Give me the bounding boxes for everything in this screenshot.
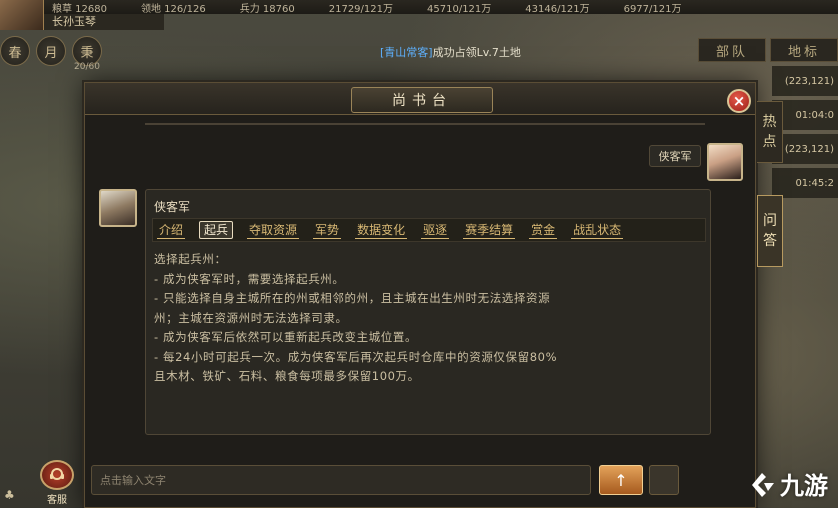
tab-hot-topics[interactable]: 热 点 <box>757 101 783 163</box>
tab-troops[interactable]: 部队 <box>698 38 766 62</box>
customer-service-icon <box>40 460 74 490</box>
resource-stat: 21729/121万 <box>328 3 394 15</box>
topic-tab-season-settlement[interactable]: 赛季结算 <box>463 222 516 239</box>
topic-tab-war-status[interactable]: 战乱状态 <box>571 222 624 239</box>
tab-qa-char: 问 <box>763 213 777 229</box>
topic-tab-momentum[interactable]: 军势 <box>313 222 342 239</box>
answer-line: 且木材、铁矿、石料、粮食每项最多保留100万。 <box>154 369 420 383</box>
notice-player[interactable]: [青山常客] <box>380 46 433 59</box>
customer-service-button[interactable]: 客服 <box>36 460 78 506</box>
tab-hot-char: 热 <box>762 114 777 130</box>
close-button[interactable]: × <box>727 89 751 113</box>
resource-bar: 粮草 12680 领地 126/126 兵力 18760 21729/121万 … <box>0 0 838 14</box>
resource-stat: 兵力 18760 <box>239 3 295 15</box>
notice-message: 成功占领Lv.7土地 <box>432 46 521 59</box>
tab-qa-char: 答 <box>763 233 777 249</box>
season-badge[interactable]: 春 <box>0 36 30 66</box>
player-name: 长孙玉琴 <box>44 14 164 30</box>
topic-tabs: 介绍 起兵 夺取资源 军势 数据变化 驱逐 赛季结算 赏金 战乱状态 <box>152 218 706 242</box>
answer-line: - 只能选择自身主城所在的州或相邻的州，且主城在出生州时无法选择资源 <box>154 291 551 305</box>
dialog-header: 尚书台 × <box>85 83 755 115</box>
send-button[interactable]: ↑ <box>599 465 643 495</box>
resource-stat: 粮草 12680 <box>52 3 107 15</box>
resource-stat: 43146/121万 <box>525 3 590 15</box>
right-tabs: 部队 地标 <box>698 38 838 62</box>
watermark-text: 九游 <box>780 472 828 500</box>
resource-stat: 45710/121万 <box>427 3 492 15</box>
answer-line: - 每24小时可起兵一次。成为侠客军后再次起兵时仓库中的资源仅保留80% <box>154 349 558 364</box>
topic-tab-expel[interactable]: 驱逐 <box>421 222 450 239</box>
answer-line: - 成为侠客军时，需要选择起兵州。 <box>154 271 345 286</box>
resource-stat: 6977/121万 <box>623 3 682 15</box>
answer-line: 州；主城在资源州时无法选择司隶。 <box>154 310 348 325</box>
system-notice: [青山常客]成功占领Lv.7土地 <box>380 44 521 60</box>
topic-tab-uprising[interactable]: 起兵 <box>199 221 234 239</box>
season-badge[interactable]: 月 <box>36 36 66 66</box>
season-count: 20/60 <box>74 62 100 72</box>
topic-tab-bounty[interactable]: 赏金 <box>529 222 558 239</box>
answer-content: 选择起兵州： - 成为侠客军时，需要选择起兵州。 - 只能选择自身主城所在的州或… <box>154 250 706 387</box>
list-item[interactable]: (223,121) <box>772 66 838 96</box>
resource-stat: 领地 126/126 <box>141 3 206 15</box>
topic-tab-intro[interactable]: 介绍 <box>157 222 186 239</box>
question-input[interactable] <box>92 466 590 494</box>
topic-tab-data-changes[interactable]: 数据变化 <box>355 222 408 239</box>
list-item[interactable]: 01:45:2 <box>772 168 838 198</box>
dialog-title: 尚书台 <box>351 87 493 113</box>
answer-line: 选择起兵州： <box>154 252 227 266</box>
watermark: 九游 <box>748 466 828 501</box>
answer-line: - 成为侠客军后依然可以重新起兵改变主城位置。 <box>154 330 418 344</box>
user-message-bubble: 侠客军 <box>649 145 701 167</box>
topic-tab-seize-resources[interactable]: 夺取资源 <box>247 222 300 239</box>
arrow-up-icon: ↑ <box>614 470 628 490</box>
answer-title: 侠客军 <box>154 200 191 214</box>
advisor-avatar <box>99 189 137 227</box>
shangshutai-dialog: 尚书台 × 热 点 问 答 侠客军 侠客军 介绍 起兵 夺取资源 军势 数据变化… <box>84 82 783 508</box>
extra-button[interactable] <box>649 465 679 495</box>
close-icon: × <box>732 91 746 110</box>
tab-landmarks[interactable]: 地标 <box>770 38 838 62</box>
answer-bubble: 侠客军 介绍 起兵 夺取资源 军势 数据变化 驱逐 赛季结算 赏金 战乱状态 选… <box>145 189 711 435</box>
customer-service-label: 客服 <box>47 495 67 506</box>
tab-hot-char: 点 <box>762 134 777 150</box>
group-icon[interactable]: ♣ <box>4 488 15 502</box>
headset-icon <box>50 468 64 480</box>
jiuyou-logo-icon <box>748 469 778 499</box>
question-input-wrapper <box>91 465 591 495</box>
user-avatar <box>707 143 743 181</box>
tab-qa[interactable]: 问 答 <box>757 195 783 267</box>
scroll-edge <box>145 119 705 125</box>
player-avatar[interactable] <box>0 0 44 30</box>
